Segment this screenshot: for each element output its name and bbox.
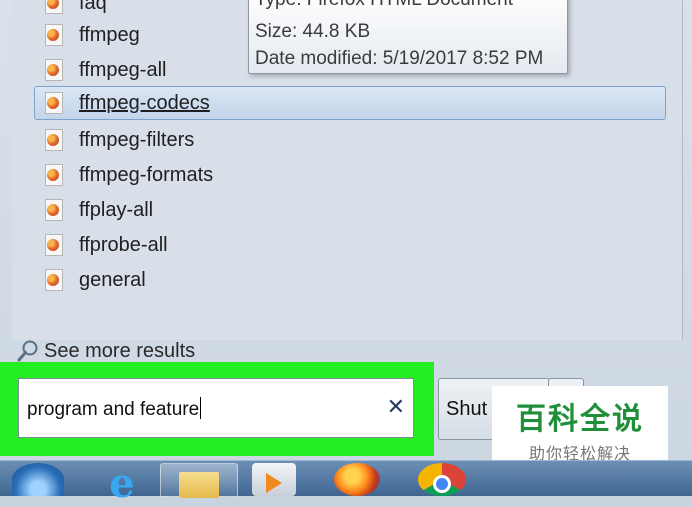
search-input-text: program and feature <box>27 397 202 420</box>
firefox-html-file-icon <box>45 234 63 256</box>
result-item-label: ffprobe-all <box>79 233 168 256</box>
firefox-html-file-icon <box>45 59 63 81</box>
result-item-general[interactable]: general <box>34 263 666 297</box>
tooltip-size: Size: 44.8 KB <box>255 21 371 42</box>
close-icon[interactable]: ✕ <box>387 394 405 420</box>
internet-explorer-icon[interactable]: e <box>100 463 144 505</box>
firefox-html-file-icon <box>45 24 63 46</box>
folder-icon <box>179 472 219 498</box>
result-item-label: ffmpeg <box>79 23 140 46</box>
windows-explorer-taskbar-button[interactable] <box>160 463 238 498</box>
baike-watermark-logo: 百科全说 助你轻松解决 <box>492 386 668 468</box>
firefox-html-file-icon <box>45 164 63 186</box>
start-orb-button[interactable] <box>12 463 64 496</box>
result-item-ffplay-all[interactable]: ffplay-all <box>34 193 666 227</box>
tooltip-type: Type: Firefox HTML Document <box>255 0 513 11</box>
text-caret <box>200 397 202 419</box>
firefox-html-file-icon <box>45 92 63 114</box>
firefox-html-file-icon <box>45 129 63 151</box>
see-more-results-label: See more results <box>44 339 196 362</box>
firefox-html-file-icon <box>45 269 63 291</box>
result-item-label: ffmpeg-codecs <box>79 91 210 114</box>
tooltip-date-modified: Date modified: 5/19/2017 8:52 PM <box>255 48 544 69</box>
watermark-title: 百科全说 <box>516 403 644 436</box>
chrome-icon[interactable] <box>418 463 466 496</box>
result-item-ffprobe-all[interactable]: ffprobe-all <box>34 228 666 262</box>
file-info-tooltip: Type: Firefox HTML Document Size: 44.8 K… <box>248 0 568 74</box>
result-item-ffmpeg-codecs[interactable]: ffmpeg-codecs <box>34 86 666 120</box>
taskbar: e <box>0 460 692 505</box>
search-results-list: faq ffmpeg ffmpeg-all ffmpeg-codecs ffmp… <box>12 0 683 340</box>
magnifier-icon <box>17 340 38 362</box>
result-item-label: ffmpeg-all <box>79 58 167 81</box>
firefox-icon[interactable] <box>334 463 380 496</box>
result-item-ffmpeg-filters[interactable]: ffmpeg-filters <box>34 123 666 157</box>
result-item-ffmpeg-formats[interactable]: ffmpeg-formats <box>34 158 666 192</box>
firefox-html-file-icon <box>45 0 63 14</box>
result-item-label: ffmpeg-formats <box>79 163 214 186</box>
firefox-html-file-icon <box>45 199 63 221</box>
result-item-label: faq <box>79 0 107 14</box>
result-item-label: ffplay-all <box>79 198 154 221</box>
start-search-input[interactable]: program and feature ✕ <box>18 378 414 438</box>
media-player-icon[interactable] <box>252 463 296 496</box>
result-item-label: general <box>79 268 146 291</box>
result-item-label: ffmpeg-filters <box>79 128 195 151</box>
